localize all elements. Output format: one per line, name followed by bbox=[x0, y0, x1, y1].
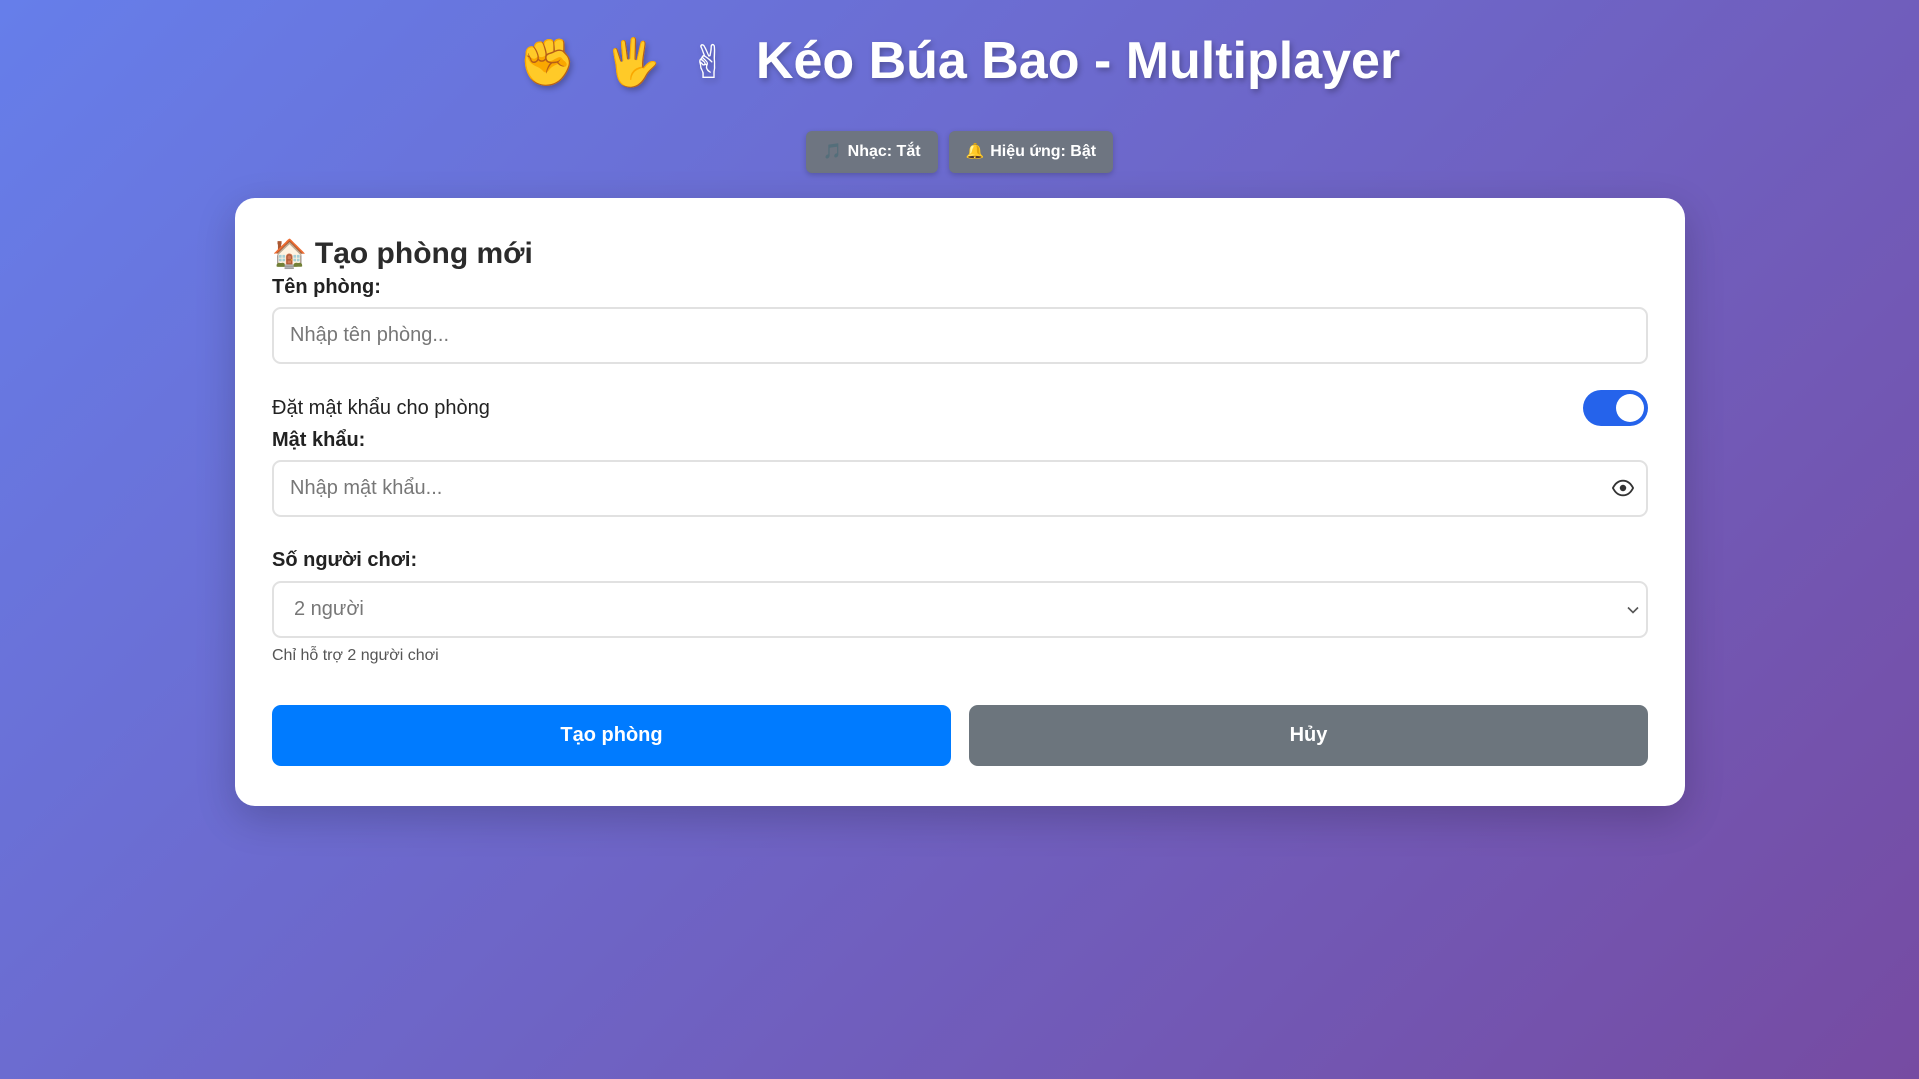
rock-hand-icon: ✊ bbox=[518, 36, 577, 88]
password-label: Mật khẩu: bbox=[272, 429, 366, 451]
music-note-icon: 🎵 bbox=[822, 143, 842, 160]
cancel-button[interactable]: Hủy bbox=[969, 705, 1648, 766]
players-select-wrap: 2 người bbox=[272, 581, 1648, 638]
toggle-knob bbox=[1616, 394, 1644, 422]
eye-icon[interactable] bbox=[1612, 477, 1634, 499]
page-title: ✊ 🖐 ✌ Kéo Búa Bao - Multiplayer bbox=[0, 24, 1919, 99]
create-room-card: 🏠Tạo phòng mới Tên phòng: Đặt mật khẩu c… bbox=[235, 198, 1685, 806]
scissors-hand-icon: ✌ bbox=[689, 36, 728, 88]
title-text: Kéo Búa Bao - Multiplayer bbox=[755, 32, 1401, 90]
music-toggle-button[interactable]: 🎵 Nhạc: Tắt bbox=[805, 131, 938, 173]
house-icon: 🏠 bbox=[272, 238, 307, 269]
players-select[interactable]: 2 người bbox=[272, 581, 1648, 638]
page-header: ✊ 🖐 ✌ Kéo Búa Bao - Multiplayer bbox=[0, 24, 1919, 99]
create-room-button[interactable]: Tạo phòng bbox=[272, 705, 951, 766]
room-name-label: Tên phòng: bbox=[272, 276, 381, 298]
create-room-title: Tạo phòng mới bbox=[314, 237, 533, 270]
players-hint: Chỉ hỗ trợ 2 người chơi bbox=[272, 647, 439, 664]
room-name-input[interactable] bbox=[272, 307, 1648, 364]
password-toggle-switch[interactable] bbox=[1583, 390, 1648, 426]
password-toggle-label: Đặt mật khẩu cho phòng bbox=[272, 396, 490, 419]
music-toggle-label: Nhạc: Tắt bbox=[847, 143, 921, 160]
bell-icon: 🔔 bbox=[965, 143, 985, 160]
password-field-wrap bbox=[272, 460, 1648, 517]
audio-toggles: 🎵 Nhạc: Tắt 🔔 Hiệu ứng: Bật bbox=[0, 131, 1919, 173]
password-input[interactable] bbox=[272, 460, 1648, 517]
chevron-down-icon bbox=[1627, 606, 1639, 614]
create-room-heading: 🏠 Tạo phòng mới bbox=[272, 236, 1648, 272]
effects-toggle-label: Hiệu ứng: Bật bbox=[990, 143, 1097, 160]
players-label: Số người chơi: bbox=[272, 549, 418, 571]
paper-hand-icon: 🖐 bbox=[604, 36, 662, 88]
form-actions: Tạo phòng Hủy bbox=[272, 705, 1648, 766]
password-toggle-row: Đặt mật khẩu cho phòng bbox=[272, 390, 1648, 426]
effects-toggle-button[interactable]: 🔔 Hiệu ứng: Bật bbox=[948, 131, 1114, 173]
